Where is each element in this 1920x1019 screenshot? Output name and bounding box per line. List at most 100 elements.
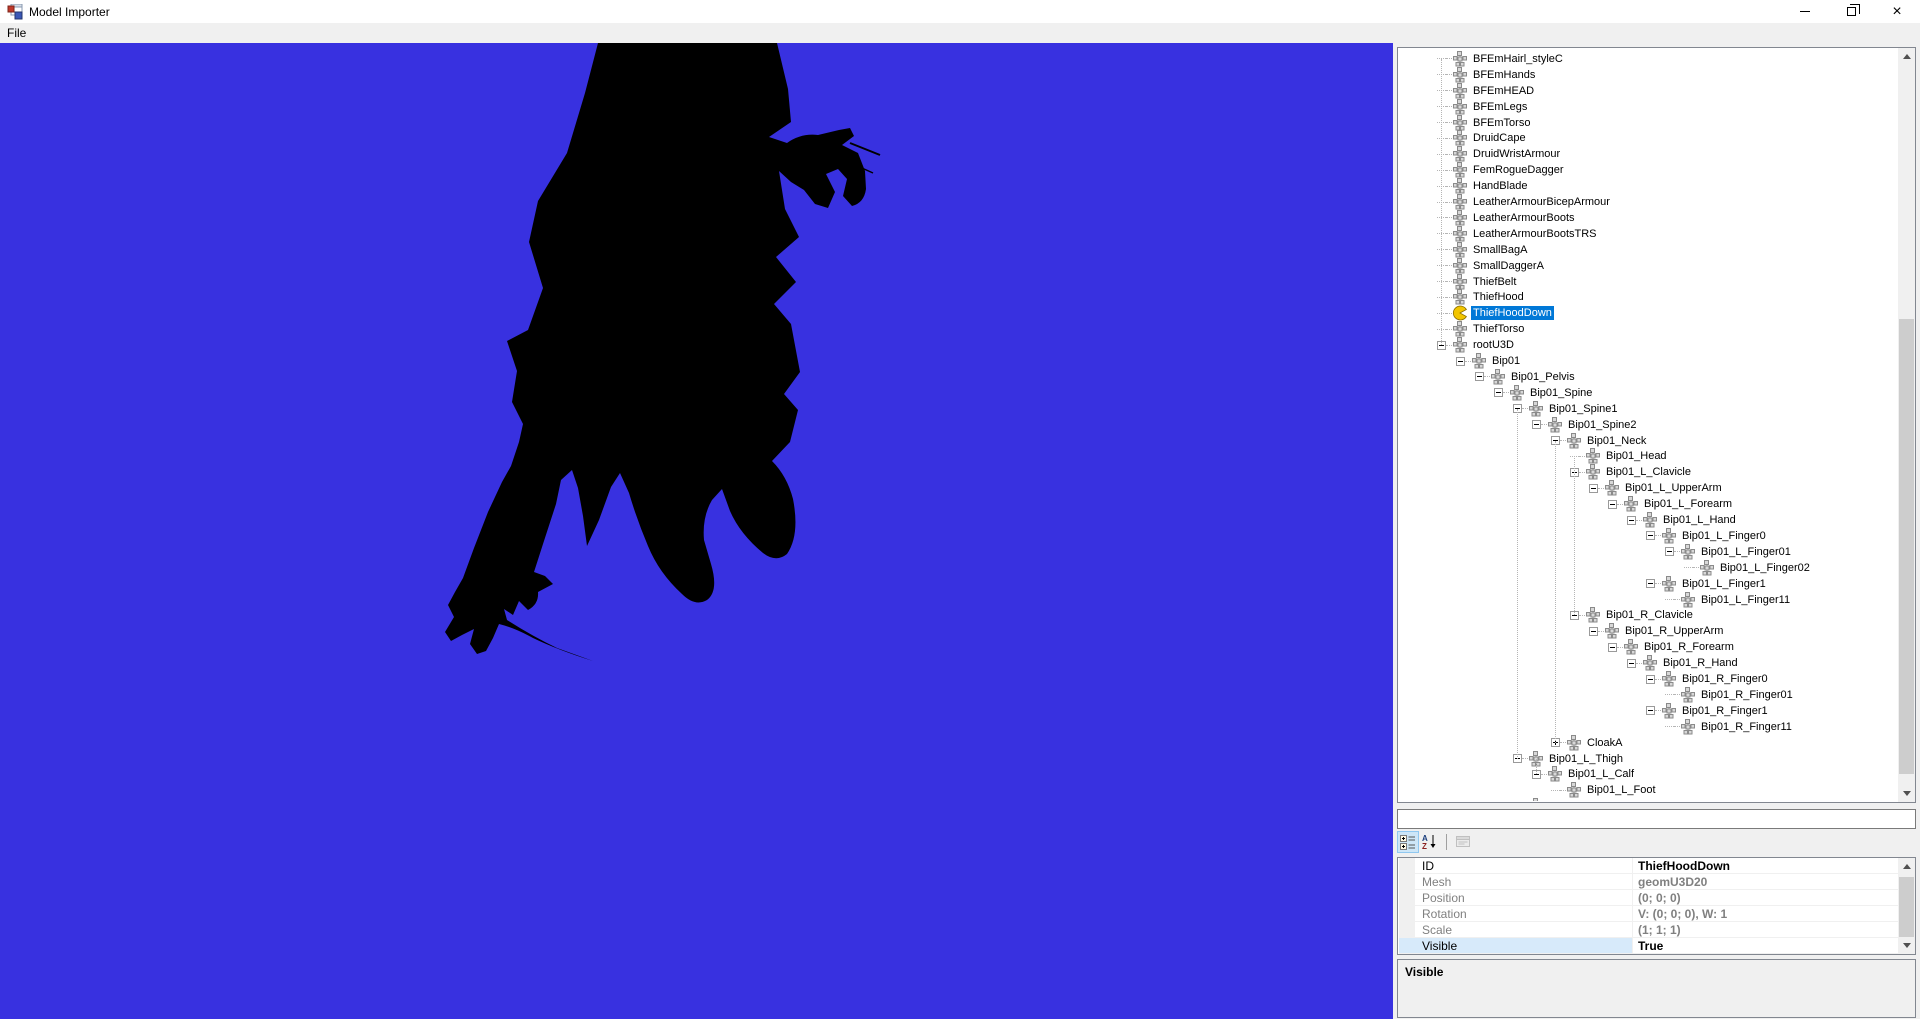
tree-item-label[interactable]: BFEmHands [1471, 68, 1537, 82]
tree-item-label[interactable]: CloakA [1585, 736, 1624, 750]
tree-item-label[interactable]: LeatherArmourBicepArmour [1471, 195, 1612, 209]
tree-item-label[interactable]: BFEmLegs [1471, 100, 1529, 114]
tree-scrollbar-thumb[interactable] [1899, 319, 1914, 774]
tree-item-BFEmHEAD[interactable]: BFEmHEAD [1399, 83, 1536, 99]
collapse-icon[interactable] [1494, 388, 1503, 397]
tree-item-label[interactable]: Bip01_L_UpperArm [1623, 481, 1724, 495]
tree-item-ThiefBelt[interactable]: ThiefBelt [1399, 274, 1518, 290]
tree-item-label[interactable]: LeatherArmourBoots [1471, 211, 1577, 225]
tree-item-LeatherArmourBootsTRS[interactable]: LeatherArmourBootsTRS [1399, 226, 1599, 242]
property-row-rotation[interactable]: RotationV: (0; 0; 0), W: 1 [1399, 906, 1899, 922]
collapse-icon[interactable] [1608, 643, 1617, 652]
tree-item-label[interactable]: Bip01_L_Finger02 [1718, 561, 1812, 575]
tree-item-Bip01_R_Forearm[interactable]: Bip01_R_Forearm [1399, 639, 1736, 655]
collapse-icon[interactable] [1589, 627, 1598, 636]
tree-item-label[interactable]: BFEmHEAD [1471, 84, 1536, 98]
tree-item-Bip01_R_Clavicle[interactable]: Bip01_R_Clavicle [1399, 608, 1695, 624]
collapse-icon[interactable] [1646, 706, 1655, 715]
tree-item-label[interactable]: HandBlade [1471, 179, 1529, 193]
property-pages-button[interactable] [1452, 831, 1474, 853]
restore-button[interactable] [1828, 0, 1874, 23]
property-value[interactable]: (1; 1; 1) [1633, 922, 1899, 937]
tree-item-label[interactable]: Bip01_R_Finger01 [1699, 688, 1795, 702]
tree-scrollbar[interactable] [1898, 48, 1915, 802]
collapse-icon[interactable] [1665, 547, 1674, 556]
tree-item-label[interactable]: ThiefBelt [1471, 275, 1518, 289]
scroll-up-icon[interactable] [1898, 48, 1915, 65]
tree-item-Bip01_R_Finger1[interactable]: Bip01_R_Finger1 [1399, 703, 1770, 719]
tree-item-label[interactable]: ThiefHoodDown [1471, 306, 1554, 320]
tree-item-label[interactable]: Bip01_Spine1 [1547, 402, 1620, 416]
tree-item-LeatherArmourBicepArmour[interactable]: LeatherArmourBicepArmour [1399, 194, 1612, 210]
tree-item-label[interactable]: DruidWristArmour [1471, 147, 1562, 161]
tree-item-label[interactable]: Bip01_L_Clavicle [1604, 465, 1693, 479]
scroll-down-icon[interactable] [1898, 785, 1915, 802]
tree-item-Bip01_L_Finger01[interactable]: Bip01_L_Finger01 [1399, 544, 1793, 560]
tree-item-CloakA[interactable]: CloakA [1399, 735, 1624, 751]
collapse-icon[interactable] [1589, 484, 1598, 493]
tree-item-Bip01_Spine1[interactable]: Bip01_Spine1 [1399, 401, 1620, 417]
menu-file[interactable]: File [0, 24, 33, 42]
tree-item-BFEmHands[interactable]: BFEmHands [1399, 67, 1537, 83]
tree-item-Bip01[interactable]: Bip01 [1399, 353, 1522, 369]
tree-item-label[interactable]: Bip01_Pelvis [1509, 370, 1577, 384]
property-value[interactable]: (0; 0; 0) [1633, 890, 1899, 905]
tree-item-label[interactable]: DruidCape [1471, 131, 1528, 145]
categorized-button[interactable] [1397, 831, 1419, 853]
tree-item-label[interactable]: Bip01_L_Finger01 [1699, 545, 1793, 559]
scroll-up-icon[interactable] [1898, 858, 1915, 875]
tree-item-label[interactable]: Bip01_L_Finger0 [1680, 529, 1768, 543]
tree-item-label[interactable]: Bip01_Spine2 [1566, 418, 1639, 432]
tree-item-label[interactable]: Bip01_L_Finger1 [1680, 577, 1768, 591]
scroll-down-icon[interactable] [1898, 937, 1915, 954]
tree-item-label[interactable]: ThiefHood [1471, 290, 1526, 304]
property-row-visible[interactable]: VisibleTrue [1399, 938, 1899, 954]
tree-item-BFEmTorso[interactable]: BFEmTorso [1399, 115, 1532, 131]
tree-item-SmallBagA[interactable]: SmallBagA [1399, 242, 1529, 258]
tree-item-label[interactable]: Bip01_L_Forearm [1642, 497, 1734, 511]
tree-item-SmallDaggerA[interactable]: SmallDaggerA [1399, 258, 1546, 274]
tree-item-Bip01_L_Hand[interactable]: Bip01_L_Hand [1399, 512, 1738, 528]
tree-item-FemRogueDagger[interactable]: FemRogueDagger [1399, 162, 1566, 178]
tree-item-Bip01_Pelvis[interactable]: Bip01_Pelvis [1399, 369, 1577, 385]
tree-item-label[interactable]: Bip01_L_Foot [1585, 783, 1658, 797]
tree-item-label[interactable]: Bip01_L_Thigh [1547, 752, 1625, 766]
tree-item-Bip01_L_Finger1[interactable]: Bip01_L_Finger1 [1399, 576, 1768, 592]
selected-object-box[interactable] [1397, 809, 1916, 829]
tree-item-label[interactable]: Bip01_R_UpperArm [1623, 624, 1725, 638]
grid-scrollbar-thumb[interactable] [1899, 877, 1914, 937]
tree-item-label[interactable]: Bip01_Spine [1528, 386, 1594, 400]
property-value[interactable]: geomU3D20 [1633, 874, 1899, 889]
tree-item-Bip01_Spine[interactable]: Bip01_Spine [1399, 385, 1594, 401]
property-value[interactable]: V: (0; 0; 0), W: 1 [1633, 906, 1899, 921]
tree-item-label[interactable]: SmallBagA [1471, 243, 1529, 257]
property-value[interactable]: ThiefHoodDown [1633, 858, 1899, 873]
tree-item-DruidWristArmour[interactable]: DruidWristArmour [1399, 146, 1562, 162]
scene-tree[interactable]: BFEmHairl_styleC BFEmHands BFEmHEAD [1397, 47, 1916, 803]
property-row-id[interactable]: IDThiefHoodDown [1399, 858, 1899, 874]
tree-item-label[interactable]: Bip01_R_Hand [1661, 656, 1740, 670]
tree-item-Bip01_L_Forearm[interactable]: Bip01_L_Forearm [1399, 496, 1734, 512]
tree-item-label[interactable]: BFEmHairl_styleC [1471, 52, 1565, 66]
tree-item-Bip01_Spine2[interactable]: Bip01_Spine2 [1399, 417, 1639, 433]
tree-item-Bip01_R_Finger11[interactable]: Bip01_R_Finger11 [1399, 719, 1794, 735]
tree-item-DruidCape[interactable]: DruidCape [1399, 131, 1528, 147]
property-row-position[interactable]: Position(0; 0; 0) [1399, 890, 1899, 906]
collapse-icon[interactable] [1627, 659, 1636, 668]
tree-item-Bip01_L_Finger11[interactable]: Bip01_L_Finger11 [1399, 592, 1792, 608]
collapse-icon[interactable] [1646, 579, 1655, 588]
tree-item-label[interactable]: Bip01_R_Finger11 [1699, 720, 1794, 734]
collapse-icon[interactable] [1456, 357, 1465, 366]
property-row-scale[interactable]: Scale(1; 1; 1) [1399, 922, 1899, 938]
tree-item-ThiefHood[interactable]: ThiefHood [1399, 290, 1526, 306]
tree-item-label[interactable]: Bip01 [1490, 354, 1522, 368]
tree-item-label[interactable]: Bip01_L_Calf [1566, 767, 1636, 781]
tree-item-label[interactable]: rootU3D [1471, 338, 1516, 352]
grid-scrollbar[interactable] [1898, 858, 1915, 954]
tree-item-Bip01_R_Hand[interactable]: Bip01_R_Hand [1399, 655, 1740, 671]
tree-item-label[interactable]: ThiefTorso [1471, 322, 1526, 336]
minimize-button[interactable] [1782, 0, 1828, 23]
property-row-mesh[interactable]: MeshgeomU3D20 [1399, 874, 1899, 890]
tree-item-Bip01_L_Foot[interactable]: Bip01_L_Foot [1399, 782, 1658, 798]
tree-item-label[interactable]: Bip01_Head [1604, 449, 1669, 463]
